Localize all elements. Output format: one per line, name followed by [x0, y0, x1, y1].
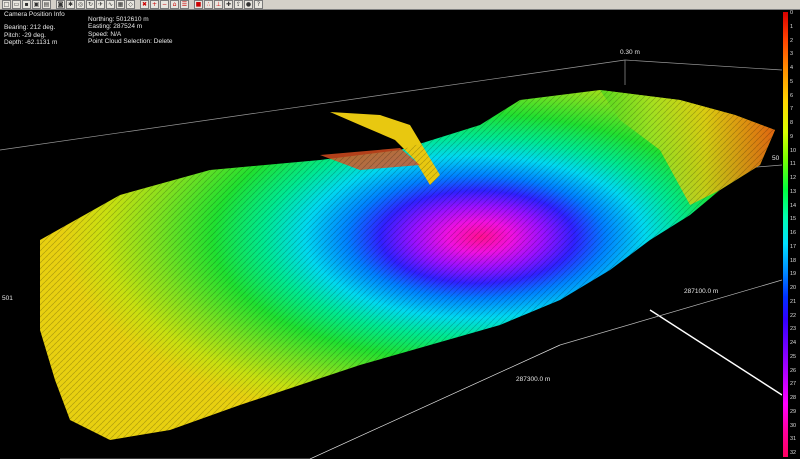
color-legend-tick: 25 [790, 353, 797, 360]
color-legend-tick: 3 [790, 51, 794, 58]
northing-axis-label-right: 50 [772, 155, 780, 162]
color-legend-tick: 9 [790, 133, 794, 140]
print-icon[interactable]: ▤ [42, 0, 51, 9]
toolbar-separator [136, 0, 139, 9]
marker-icon[interactable]: ✚ [224, 0, 233, 9]
color-map-icon[interactable]: ■ [194, 0, 203, 9]
depth-value: Depth: -62.1131 m [4, 38, 58, 46]
color-legend-tick: 18 [790, 257, 797, 264]
grid-icon[interactable]: ▦ [116, 0, 125, 9]
color-legend-tick: 7 [790, 106, 794, 113]
measure-icon[interactable]: ⊥ [214, 0, 223, 9]
color-legend-tick: 19 [790, 271, 797, 278]
color-legend-tick: 4 [790, 65, 794, 71]
easting-axis-label-right: 287100.0 m [684, 288, 719, 295]
color-legend-tick: 32 [790, 450, 797, 456]
settings-icon[interactable]: ✱ [66, 0, 75, 9]
color-legend-tick: 22 [790, 312, 797, 319]
color-legend-tick: 1 [790, 23, 794, 30]
color-legend-tick: 16 [790, 230, 797, 236]
color-legend-tick: 10 [790, 147, 797, 154]
new-file-icon[interactable]: □ [2, 0, 11, 9]
color-legend-tick: 27 [790, 381, 797, 388]
record-icon[interactable]: ● [244, 0, 253, 9]
color-legend-tick: 24 [790, 340, 797, 346]
color-legend-tick: 29 [790, 408, 797, 415]
save-as-icon[interactable]: ▣ [32, 0, 41, 9]
zoom-out-icon[interactable]: − [160, 0, 169, 9]
camera-info-title: Camera Position Info [4, 11, 65, 18]
color-legend-tick: 31 [790, 436, 797, 443]
delete-icon[interactable]: ✖ [140, 0, 149, 9]
bathymetry-scene [0, 59, 782, 459]
bearing-value: Bearing: 212 deg. [4, 24, 56, 32]
color-legend-tick: 12 [790, 175, 797, 181]
depth-color-legend: 0 1 2 3 4 5 6 7 8 9 10 11 12 13 14 15 16 17 18 19 20 21 22 23 24… [782, 10, 800, 459]
color-legend-tick: 20 [790, 285, 797, 291]
northing-axis-label-left: 501 [2, 295, 13, 302]
layers-icon[interactable]: ☰ [180, 0, 189, 9]
easting-axis-label-bottom: 287300.0 m [516, 376, 551, 383]
3d-viewport[interactable]: 0.30 m 501 50 287100.0 m 287300.0 m [0, 10, 782, 459]
color-gradient-strip [783, 12, 788, 457]
color-legend-tick: 26 [790, 367, 797, 374]
fly-icon[interactable]: ✈ [96, 0, 105, 9]
speed-value: Speed: N/A [88, 30, 122, 38]
export-icon[interactable]: ⇪ [234, 0, 243, 9]
color-legend-tick: 2 [790, 37, 794, 44]
toolbar-separator [52, 0, 55, 9]
toolbar-separator [190, 0, 193, 9]
color-legend-tick: 8 [790, 120, 794, 126]
color-legend-tick: 5 [790, 78, 794, 85]
camera-info-panel: Camera Position Info Bearing: 212 deg. P… [4, 11, 65, 46]
color-legend-tick: 17 [790, 243, 797, 250]
depth-axis-label: 0.30 m [620, 49, 640, 56]
profile-icon[interactable]: ∿ [106, 0, 115, 9]
save-icon[interactable]: ▪ [22, 0, 31, 9]
northing-value: Northing: 5012610 m [88, 16, 149, 23]
camera-position-panel: Northing: 5012610 m Easting: 287524 m Sp… [88, 16, 173, 45]
color-legend-tick: 14 [790, 202, 797, 209]
select-icon[interactable]: ◇ [126, 0, 135, 9]
color-legend-tick: 11 [790, 161, 796, 168]
color-legend-tick: 0 [790, 10, 794, 16]
navigate-icon[interactable]: ◎ [76, 0, 85, 9]
color-legend-tick: 23 [790, 326, 797, 333]
color-legend-tick: 28 [790, 395, 797, 401]
zoom-in-icon[interactable]: + [150, 0, 159, 9]
help-icon[interactable]: ? [254, 0, 263, 9]
point-cloud-icon[interactable]: ∴ [204, 0, 213, 9]
easting-value: Easting: 287524 m [88, 23, 143, 31]
point-cloud-selection-value: Point Cloud Selection: Delete [88, 37, 173, 45]
camera-icon[interactable]: ◙ [56, 0, 65, 9]
color-legend-tick: 13 [790, 188, 797, 195]
rotate-icon[interactable]: ↻ [86, 0, 95, 9]
home-icon[interactable]: ⌂ [170, 0, 179, 9]
color-legend-tick: 30 [790, 422, 797, 429]
color-legend-tick: 6 [790, 92, 794, 99]
color-legend-tick: 21 [790, 298, 797, 305]
pitch-value: Pitch: -29 deg. [4, 31, 46, 39]
color-legend-tick: 15 [790, 216, 797, 223]
open-folder-icon[interactable]: ▭ [12, 0, 21, 9]
toolbar: □ ▭ ▪ ▣ ▤ ◙ ✱ ◎ ↻ ✈ ∿ ▦ ◇ ✖ + − ⌂ ☰ ■ ∴ ⊥ ✚ ⇪ ●? [0, 0, 800, 10]
